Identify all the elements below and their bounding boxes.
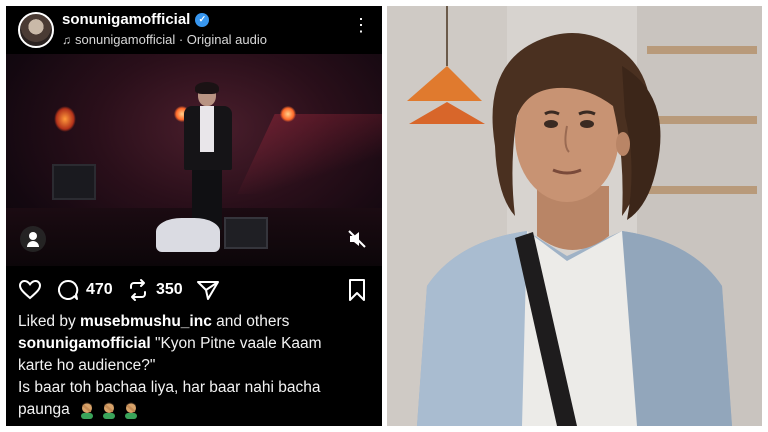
audio-text[interactable]: sonunigamofficial · Original audio [75,32,267,47]
stage-light [54,106,76,132]
instagram-post: sonunigamofficial ✓ ♫ sonunigamofficial … [6,6,382,426]
post-actions: 470 350 [6,272,382,308]
stage-light-beam [237,114,382,194]
repost-button[interactable]: 350 [126,278,183,302]
portrait-illustration [387,6,762,426]
stage-drum [156,218,220,252]
audio-attribution[interactable]: ♫ sonunigamofficial · Original audio [62,32,267,47]
post-username[interactable]: sonunigamofficial ✓ [62,11,210,28]
post-header: sonunigamofficial ✓ ♫ sonunigamofficial … [6,6,382,54]
stage-amplifier [52,164,96,200]
facepalm-emoji-icon [125,402,138,419]
liked-by-line: Liked by musebmushu_inc and others [18,311,374,333]
liked-by-suffix[interactable]: and others [216,313,289,330]
heart-icon [18,279,42,300]
save-button[interactable] [346,278,368,302]
performer-figure [178,82,238,232]
send-icon [197,281,219,300]
caption-line: paunga [18,399,374,421]
bookmark-icon [349,279,365,301]
facepalm-emoji-icon [103,402,116,419]
stage-amplifier [224,217,268,249]
emoji-group [78,401,140,419]
liked-by-user[interactable]: musebmushu_inc [80,313,212,330]
video-player[interactable] [6,54,382,266]
caption-text: paunga [18,401,70,418]
speaker-muted-icon[interactable] [346,228,368,250]
caption-text: "Kyon Pitne vaale Kaam [154,335,322,352]
portrait-photo [387,6,762,426]
avatar[interactable] [18,12,54,48]
comment-button[interactable]: 470 [56,278,113,302]
liked-by-prefix: Liked by [18,313,76,330]
verified-badge-icon: ✓ [195,12,210,27]
stage-light [280,106,296,122]
music-note-icon: ♫ [62,32,71,47]
post-caption: Liked by musebmushu_inc and others sonun… [18,311,374,421]
caption-line: Is baar toh bachaa liya, har baar nahi b… [18,377,374,399]
caption-text: Is baar toh bachaa liya, har baar nahi b… [18,379,321,396]
username-text[interactable]: sonunigamofficial [62,11,190,28]
comment-count: 470 [86,281,113,298]
caption-line: karte ho audience?" [18,355,374,377]
share-button[interactable] [196,278,220,302]
facepalm-emoji-icon [81,402,94,419]
comment-bubble-icon [57,279,79,300]
caption-line: sonunigamofficial "Kyon Pitne vaale Kaam [18,333,374,355]
caption-username[interactable]: sonunigamofficial [18,335,151,352]
user-icon[interactable] [20,226,46,252]
repost-count: 350 [156,281,183,298]
like-button[interactable] [18,278,42,302]
caption-text: karte ho audience?" [18,357,156,374]
more-options-icon[interactable]: ⋮ [352,16,370,34]
repost-icon [130,279,146,301]
